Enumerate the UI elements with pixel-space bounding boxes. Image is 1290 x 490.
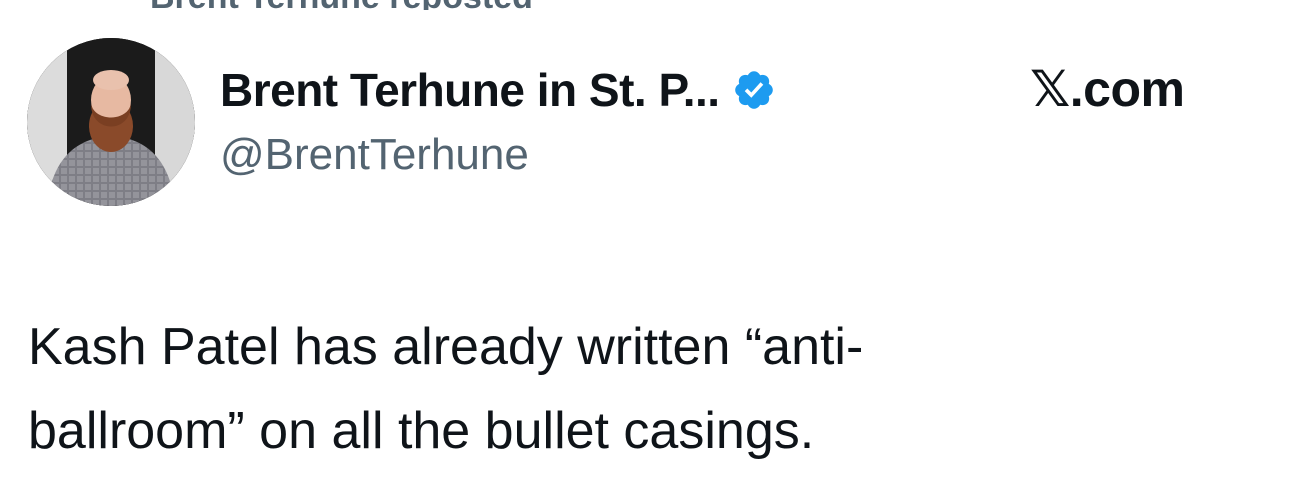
repost-indicator[interactable]: Brent Terhune reposted <box>150 0 533 10</box>
author-handle[interactable]: @BrentTerhune <box>220 130 529 180</box>
tweet-line-1: Kash Patel has already written “anti- <box>28 318 864 376</box>
tweet-card: Brent Terhune reposted <box>0 0 1290 490</box>
avatar[interactable] <box>27 38 195 206</box>
display-name[interactable]: Brent Terhune in St. P... <box>220 63 720 117</box>
tweet-line-2: ballroom” on all the bullet casings. <box>28 402 815 460</box>
author-name-row[interactable]: Brent Terhune in St. P... <box>220 60 776 120</box>
profile-photo-icon <box>27 38 195 206</box>
verified-badge-icon <box>732 68 776 112</box>
tweet-text: Kash Patel has already written “anti- ba… <box>28 305 1268 473</box>
source-label: 𝕏.com <box>1030 61 1185 117</box>
